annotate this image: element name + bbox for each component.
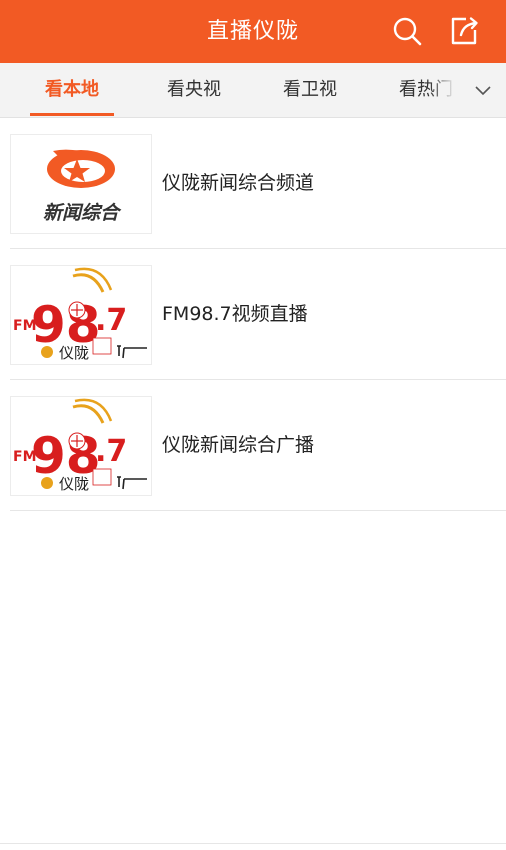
channel-row[interactable]: FM 98 .7 仪陇 仪陇新闻综合广播 xyxy=(10,380,506,511)
tab-satellite[interactable]: 看卫视 xyxy=(262,63,358,117)
share-button[interactable] xyxy=(447,14,481,48)
svg-text:.7: .7 xyxy=(95,434,127,469)
channel-row[interactable]: 新闻综合 仪陇新闻综合频道 xyxy=(10,118,506,249)
channel-row[interactable]: FM 98 .7 仪陇 FM98.7视频直播 xyxy=(10,249,506,380)
channel-name: FM98.7视频直播 xyxy=(162,303,308,325)
logo-text: 新闻综合 xyxy=(43,202,122,224)
channel-logo: FM 98 .7 仪陇 xyxy=(10,396,152,496)
active-tab-indicator xyxy=(30,113,114,116)
chevron-down-icon xyxy=(475,86,491,96)
channel-logo: FM 98 .7 仪陇 xyxy=(10,265,152,365)
tab-local[interactable]: 看本地 xyxy=(24,63,120,117)
search-icon xyxy=(393,17,422,46)
channel-name: 仪陇新闻综合频道 xyxy=(162,172,315,194)
search-button[interactable] xyxy=(390,14,424,48)
more-tabs-button[interactable] xyxy=(470,77,496,103)
svg-text:.7: .7 xyxy=(95,303,127,338)
channel-logo: 新闻综合 xyxy=(10,134,152,234)
logo-text: 仪陇 xyxy=(59,475,89,493)
app-header: 直播仪陇 xyxy=(0,0,506,63)
category-tab-bar: 看本地 看央视 看卫视 看热门 xyxy=(0,63,506,118)
tab-fade xyxy=(430,63,466,117)
logo-text: 仪陇 xyxy=(59,344,89,362)
share-icon xyxy=(451,17,478,45)
bottom-divider xyxy=(0,843,506,844)
tab-cctv[interactable]: 看央视 xyxy=(146,63,242,117)
channel-name: 仪陇新闻综合广播 xyxy=(162,434,315,456)
page-title: 直播仪陇 xyxy=(206,19,299,44)
